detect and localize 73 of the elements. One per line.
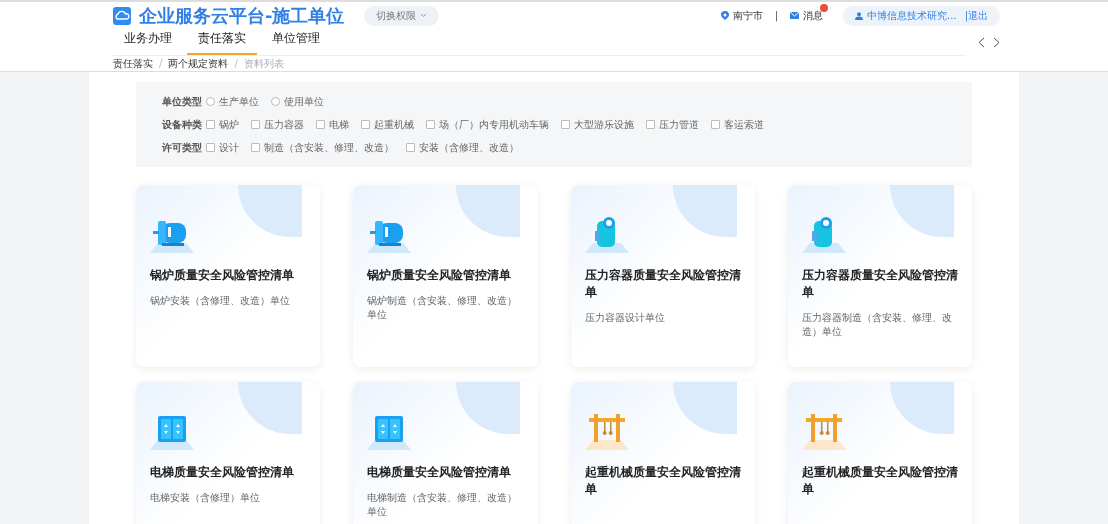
nav-tab[interactable]: 责任落实 (187, 29, 257, 55)
platform-title: 企业服务云平台-施工单位 (139, 4, 345, 28)
option-label: 生产单位 (219, 95, 259, 109)
card-title: 锅炉质量安全风险管控清单 (150, 267, 295, 284)
option-label: 电梯 (329, 118, 349, 132)
option-label: 起重机械 (374, 118, 414, 132)
checklist-card[interactable]: 起重机械质量安全风险管控清单 (787, 382, 972, 524)
mail-icon (790, 12, 800, 19)
checklist-card[interactable]: 压力容器质量安全风险管控清单 压力容器设计单位 (570, 185, 755, 367)
option-label: 客运索道 (724, 118, 764, 132)
card-subtitle: 电梯制造（含安装、修理、改造）单位 (367, 491, 519, 519)
checkbox[interactable] (711, 120, 720, 129)
filter-label: 单位类型 (162, 95, 202, 109)
option-label: 场（厂）内专用机动车辆 (439, 118, 549, 132)
checkbox[interactable] (251, 143, 260, 152)
checkbox[interactable] (316, 120, 325, 129)
checkbox[interactable] (426, 120, 435, 129)
user-icon (855, 11, 864, 20)
option-label: 制造（含安装、修理、改造） (264, 141, 394, 155)
radio-button[interactable] (206, 97, 215, 106)
card-subtitle: 锅炉安装（含修理、改造）单位 (150, 294, 291, 308)
checkbox[interactable] (406, 143, 415, 152)
option-label: 锅炉 (219, 118, 239, 132)
messages-link[interactable]: 消息 (803, 10, 824, 21)
separator-text: | (774, 9, 779, 23)
option-label: 安装（含修理、改造） (419, 141, 519, 155)
card-subtitle: 压力容器制造（含安装、修理、改造）单位 (801, 311, 953, 339)
checkbox[interactable] (646, 120, 655, 129)
nav-tab[interactable]: 单位管理 (261, 29, 331, 55)
option-label: 设计 (219, 141, 239, 155)
checklist-card[interactable]: 锅炉质量安全风险管控清单 锅炉制造（含安装、修理、改造）单位 (353, 185, 538, 367)
radio-button[interactable] (271, 97, 280, 106)
checkbox[interactable] (206, 143, 215, 152)
checklist-card[interactable]: 压力容器质量安全风险管控清单 压力容器制造（含安装、修理、改造）单位 (787, 185, 972, 367)
role-switch-button[interactable]: 切换权限 (364, 5, 440, 26)
breadcrumb-item[interactable]: 责任落实 (113, 56, 153, 71)
filter-label: 设备种类 (162, 118, 202, 132)
user-name-link[interactable]: 中博信息技术研究... (867, 8, 957, 23)
option-label: 压力管道 (659, 118, 699, 132)
location-pin-icon (720, 10, 729, 21)
breadcrumb-separator: / (234, 57, 238, 71)
logout-link[interactable]: |退出 (964, 8, 988, 23)
breadcrumb-item[interactable]: 两个规定资料 (168, 56, 229, 71)
nav-tab[interactable]: 业务办理 (113, 29, 183, 55)
breadcrumb-item: 资料列表 (243, 57, 284, 71)
card-title: 压力容器质量安全风险管控清单 (584, 267, 741, 301)
option-label: 压力容器 (264, 118, 304, 132)
card-title: 起重机械质量安全风险管控清单 (801, 464, 958, 498)
checklist-card[interactable]: 电梯质量安全风险管控清单 电梯安装（含修理）单位 (136, 382, 321, 524)
checkbox[interactable] (206, 120, 215, 129)
card-subtitle: 电梯安装（含修理）单位 (150, 491, 261, 505)
chevron-down-icon (420, 13, 428, 18)
card-title: 电梯质量安全风险管控清单 (150, 464, 295, 481)
card-title: 锅炉质量安全风险管控清单 (367, 267, 513, 284)
checkbox[interactable] (251, 120, 260, 129)
location-text[interactable]: 南宁市 (732, 8, 763, 23)
checklist-card[interactable]: 电梯质量安全风险管控清单 电梯制造（含安装、修理、改造）单位 (353, 382, 538, 524)
checklist-card[interactable]: 起重机械质量安全风险管控清单 (570, 382, 755, 524)
checkbox[interactable] (561, 120, 570, 129)
card-title: 起重机械质量安全风险管控清单 (584, 464, 741, 498)
cloud-logo-icon (113, 6, 131, 25)
card-subtitle: 压力容器设计单位 (584, 311, 666, 325)
chevron-left-icon[interactable] (978, 37, 985, 48)
card-title: 压力容器质量安全风险管控清单 (801, 267, 958, 301)
card-subtitle: 锅炉制造（含安装、修理、改造）单位 (367, 294, 519, 322)
breadcrumb-separator: / (159, 57, 163, 71)
filter-label: 许可类型 (162, 141, 202, 155)
chevron-right-icon[interactable] (993, 37, 1000, 48)
card-title: 电梯质量安全风险管控清单 (367, 464, 513, 481)
checklist-card[interactable]: 锅炉质量安全风险管控清单 锅炉安装（含修理、改造）单位 (136, 185, 321, 367)
option-label: 使用单位 (284, 95, 324, 109)
option-label: 大型游乐设施 (574, 118, 634, 132)
checkbox[interactable] (361, 120, 370, 129)
